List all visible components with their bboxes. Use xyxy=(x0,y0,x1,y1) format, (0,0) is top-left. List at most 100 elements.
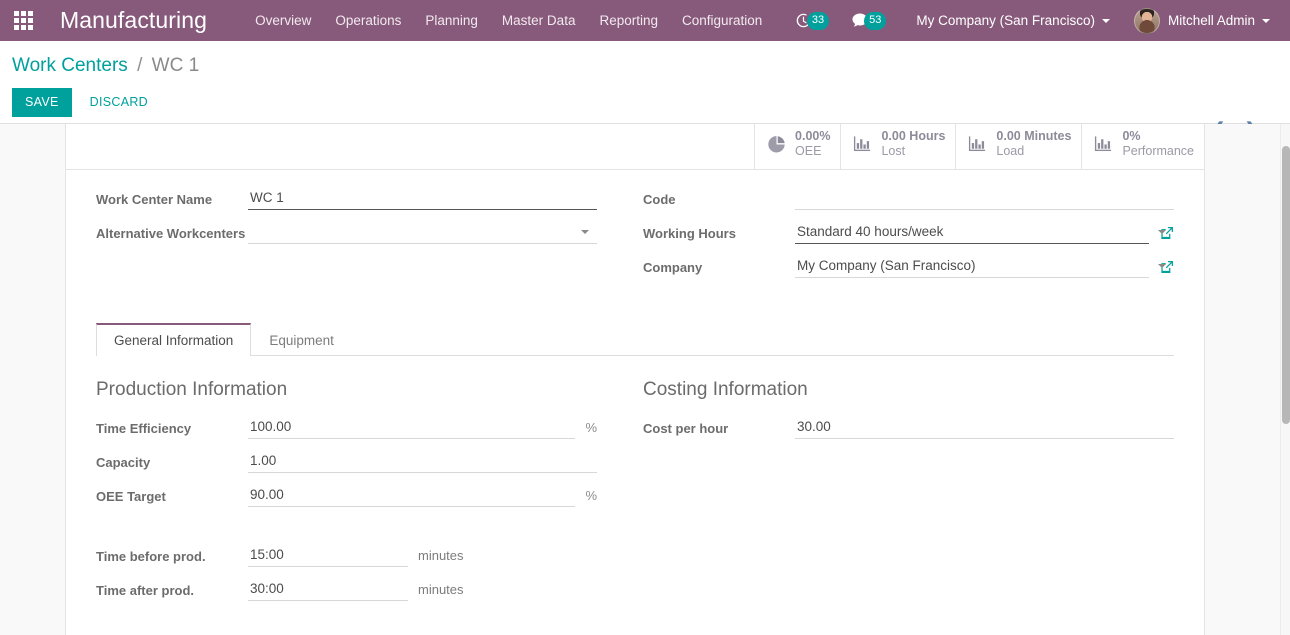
stat-button-lost[interactable]: 0.00 Hours Lost xyxy=(840,124,955,169)
field-oee-target: OEE Target % xyxy=(96,484,597,510)
field-capacity: Capacity xyxy=(96,450,597,476)
field-code: Code xyxy=(643,187,1174,213)
tab-pane-general-information: Production Information Time Efficiency %… xyxy=(96,356,1174,635)
company-input[interactable] xyxy=(795,255,1149,278)
control-alternative-workcenters xyxy=(248,221,597,244)
stat-label-oee: OEE xyxy=(795,144,822,158)
record-actions: SAVE DISCARD xyxy=(12,88,1278,117)
label-code: Code xyxy=(643,192,676,207)
scrollbar-thumb[interactable] xyxy=(1282,146,1290,424)
apps-grid-icon[interactable] xyxy=(0,0,46,41)
production-information-title: Production Information xyxy=(96,379,288,400)
production-information-group: Production Information Time Efficiency %… xyxy=(96,378,635,612)
alternative-workcenters-input[interactable] xyxy=(248,221,597,244)
control-time-before-prod: minutes xyxy=(248,544,597,567)
chevron-down-icon xyxy=(1101,18,1110,23)
stat-value-oee: 0.00% xyxy=(795,129,831,143)
user-name-label: Mitchell Admin xyxy=(1167,13,1255,28)
stat-button-load[interactable]: 0.00 Minutes Load xyxy=(955,124,1081,169)
control-work-center-name xyxy=(248,187,597,210)
stat-button-box: 0.00% OEE 0.00 Hours Lost 0.00 Minutes L… xyxy=(66,124,1204,170)
cost-per-hour-input[interactable] xyxy=(795,416,1174,439)
field-company: Company xyxy=(643,255,1174,281)
top-navbar: Manufacturing Overview Operations Planni… xyxy=(0,0,1290,41)
stat-value-load: 0.00 Minutes xyxy=(996,129,1072,143)
bar-chart-icon xyxy=(968,135,987,153)
apps-grid-squares xyxy=(13,11,33,30)
time-before-prod-input[interactable] xyxy=(248,544,408,567)
app-brand-title: Manufacturing xyxy=(60,7,208,33)
external-link-icon[interactable] xyxy=(1160,260,1174,274)
notebook-tabs: General Information Equipment xyxy=(96,323,1174,356)
field-alternative-workcenters: Alternative Workcenters xyxy=(96,221,597,247)
code-input[interactable] xyxy=(795,187,1174,210)
field-cost-per-hour: Cost per hour xyxy=(643,416,1174,442)
label-time-after-prod: Time after prod. xyxy=(96,583,195,598)
user-menu[interactable]: Mitchell Admin xyxy=(1126,7,1278,34)
breadcrumb: Work Centers / WC 1 xyxy=(12,41,1278,78)
menu-item-configuration[interactable]: Configuration xyxy=(670,0,774,41)
label-oee-target: OEE Target xyxy=(96,489,166,504)
capacity-input[interactable] xyxy=(248,450,597,473)
menu-item-reporting[interactable]: Reporting xyxy=(587,0,670,41)
field-working-hours: Working Hours xyxy=(643,221,1174,247)
oee-target-input[interactable] xyxy=(248,484,576,507)
control-capacity xyxy=(248,450,597,473)
menu-item-operations[interactable]: Operations xyxy=(323,0,413,41)
tab-general-information[interactable]: General Information xyxy=(96,323,252,356)
activities-menu[interactable]: 33 xyxy=(791,11,835,30)
suffix-time-efficiency: % xyxy=(585,420,597,435)
suffix-time-after-prod: minutes xyxy=(418,582,464,597)
messages-count-badge: 53 xyxy=(864,11,887,30)
form-content-area: 0.00% OEE 0.00 Hours Lost 0.00 Minutes L… xyxy=(0,124,1290,635)
stat-label-performance: Performance xyxy=(1122,144,1194,158)
save-button[interactable]: SAVE xyxy=(12,88,72,117)
discard-button[interactable]: DISCARD xyxy=(78,88,160,117)
control-working-hours xyxy=(795,221,1174,244)
costing-information-title: Costing Information xyxy=(643,379,808,400)
label-cost-per-hour: Cost per hour xyxy=(643,421,729,436)
main-menu: Overview Operations Planning Master Data… xyxy=(243,0,774,41)
field-time-after-prod: Time after prod. minutes xyxy=(96,578,597,604)
working-hours-input[interactable] xyxy=(795,221,1149,244)
control-cost-per-hour xyxy=(795,416,1174,439)
tab-columns: Production Information Time Efficiency %… xyxy=(96,378,1174,612)
notebook: General Information Equipment Production… xyxy=(66,323,1204,635)
control-oee-target: % xyxy=(248,484,597,507)
bar-chart-icon xyxy=(853,135,872,153)
external-link-icon[interactable] xyxy=(1160,226,1174,240)
label-capacity: Capacity xyxy=(96,455,151,470)
work-center-name-input[interactable] xyxy=(248,187,597,210)
label-work-center-name: Work Center Name xyxy=(96,192,213,207)
stat-button-performance[interactable]: 0% Performance xyxy=(1081,124,1204,169)
tab-equipment[interactable]: Equipment xyxy=(251,323,352,356)
stat-value-performance: 0% xyxy=(1122,129,1141,143)
activities-count-badge: 33 xyxy=(806,11,830,30)
breadcrumb-separator: / xyxy=(137,55,143,76)
time-after-prod-input[interactable] xyxy=(248,578,408,601)
suffix-time-before-prod: minutes xyxy=(418,548,464,563)
company-switcher[interactable]: My Company (San Francisco) xyxy=(908,13,1118,28)
label-time-before-prod: Time before prod. xyxy=(96,549,206,564)
time-efficiency-input[interactable] xyxy=(248,416,576,439)
vertical-scrollbar[interactable] xyxy=(1280,124,1290,635)
messages-menu[interactable]: 53 xyxy=(847,11,892,30)
label-time-efficiency: Time Efficiency xyxy=(96,421,192,436)
menu-item-overview[interactable]: Overview xyxy=(243,0,323,41)
costing-information-group: Costing Information Cost per hour xyxy=(635,378,1174,612)
menu-item-master-data[interactable]: Master Data xyxy=(490,0,588,41)
breadcrumb-current-record: WC 1 xyxy=(151,55,200,76)
control-company xyxy=(795,255,1174,278)
form-sheet: 0.00% OEE 0.00 Hours Lost 0.00 Minutes L… xyxy=(65,124,1205,635)
breadcrumb-link-work-centers[interactable]: Work Centers xyxy=(12,55,128,76)
control-time-after-prod: minutes xyxy=(248,578,597,601)
menu-item-planning[interactable]: Planning xyxy=(413,0,490,41)
form-columns: Work Center Name Alternative Workcenters xyxy=(96,187,1174,289)
sheet-scroll-viewport: 0.00% OEE 0.00 Hours Lost 0.00 Minutes L… xyxy=(0,124,1280,635)
form-column-right: Code Working Hours Standard 40 hours/wee… xyxy=(635,187,1174,289)
suffix-oee-target: % xyxy=(585,488,597,503)
field-work-center-name: Work Center Name xyxy=(96,187,597,213)
label-company: Company xyxy=(643,260,703,275)
stat-button-oee[interactable]: 0.00% OEE xyxy=(754,124,840,169)
